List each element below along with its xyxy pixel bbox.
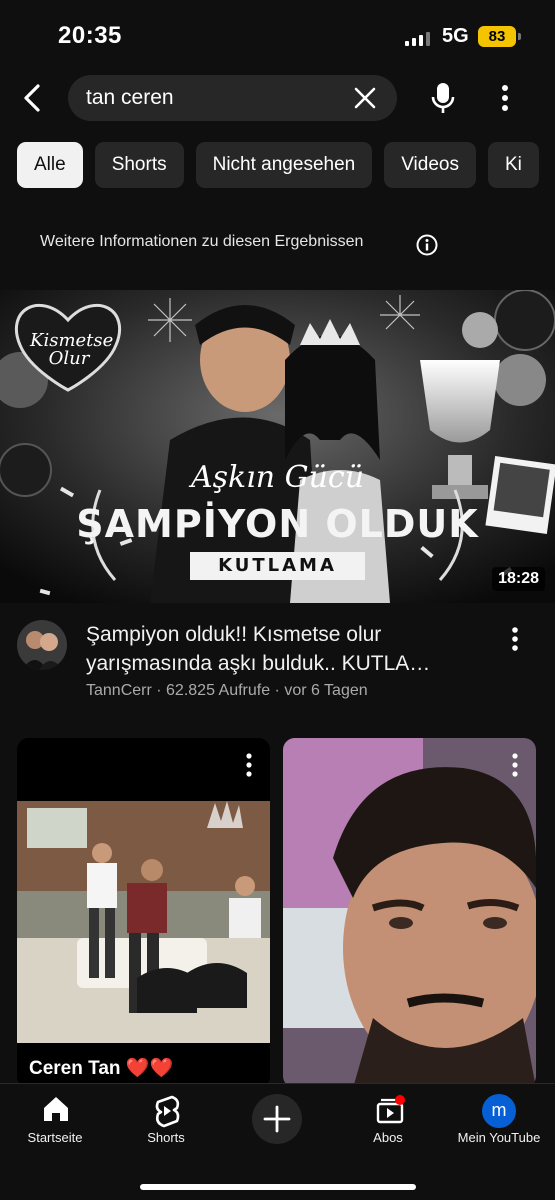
status-bar: 20:35 5G 83 xyxy=(0,0,555,70)
home-indicator xyxy=(140,1184,416,1190)
video-title-line-2: yarışmasında aşkı bulduk.. KUTLA… xyxy=(86,652,431,675)
thumbnail-headline: ŞAMPİYON OLDUK xyxy=(76,502,479,546)
short-card[interactable]: Ceren Tan ❤️❤️ xyxy=(17,738,270,1088)
video-duration: 18:28 xyxy=(492,567,545,591)
bottom-navigation: Startseite Shorts Abos m Mein YouTube xyxy=(0,1083,555,1200)
short-thumbnail xyxy=(17,738,270,1088)
battery-icon: 83 xyxy=(478,26,521,47)
video-thumbnail[interactable]: Kismetse Olur Aşkın Gücü ŞAMPİYON OLDUK … xyxy=(0,290,555,603)
battery-level: 83 xyxy=(488,28,506,45)
chip-all[interactable]: Alle xyxy=(17,142,83,188)
subscriptions-icon xyxy=(376,1095,405,1124)
back-arrow-icon xyxy=(24,84,40,112)
nav-shorts-label: Shorts xyxy=(147,1130,185,1145)
add-icon xyxy=(263,1105,291,1133)
channel-avatar-image xyxy=(17,620,67,670)
short-thumbnail xyxy=(283,738,536,1088)
short-caption: Ceren Tan ❤️❤️ xyxy=(29,1058,174,1079)
nav-account-label: Mein YouTube xyxy=(457,1130,541,1145)
results-info-link[interactable]: Weitere Informationen zu diesen Ergebnis… xyxy=(40,233,363,251)
info-button[interactable] xyxy=(416,234,438,256)
more-vert-icon xyxy=(512,627,518,651)
microphone-icon xyxy=(431,83,455,113)
video-title[interactable]: Şampiyon olduk!! Kısmetse olur yarışması… xyxy=(86,620,486,678)
search-input[interactable] xyxy=(86,75,336,121)
network-type: 5G xyxy=(442,25,469,47)
close-icon xyxy=(354,87,376,109)
short-more-button[interactable] xyxy=(240,752,258,778)
chip-shorts[interactable]: Shorts xyxy=(94,142,184,188)
more-options-button[interactable] xyxy=(494,84,516,112)
video-metadata: TannCerr · 62.825 Aufrufe · vor 6 Tagen xyxy=(86,682,368,699)
voice-search-button[interactable] xyxy=(428,80,458,116)
clock: 20:35 xyxy=(58,22,122,49)
results-info-text: Weitere Informationen zu diesen Ergebnis… xyxy=(40,233,364,250)
nav-account[interactable]: Mein YouTube xyxy=(449,1084,549,1154)
home-icon xyxy=(44,1097,68,1121)
filter-chips: Alle Shorts Nicht angesehen Videos Ki xyxy=(17,142,539,188)
thumbnail-ribbon: KUTLAMA xyxy=(190,552,365,580)
signal-icon xyxy=(405,30,430,46)
channel-avatar[interactable] xyxy=(17,620,67,670)
info-icon xyxy=(416,234,438,256)
more-vert-icon xyxy=(502,85,508,111)
more-vert-icon xyxy=(246,753,252,777)
chip-unwatched[interactable]: Nicht angesehen xyxy=(195,142,373,188)
nav-subscriptions[interactable]: Abos xyxy=(338,1084,438,1154)
short-more-button[interactable] xyxy=(506,752,524,778)
show-logo: Kismetse Olur xyxy=(30,330,114,369)
clear-search-button[interactable] xyxy=(353,86,377,110)
nav-home-label: Startseite xyxy=(27,1130,83,1145)
video-more-button[interactable] xyxy=(504,626,526,652)
more-vert-icon xyxy=(512,753,518,777)
chip-more[interactable]: Ki xyxy=(487,142,539,188)
nav-shorts[interactable]: Shorts xyxy=(116,1084,216,1154)
video-title-line-1: Şampiyon olduk!! Kısmetse olur xyxy=(86,623,382,646)
nav-home[interactable]: Startseite xyxy=(5,1084,105,1154)
search-bar[interactable] xyxy=(68,75,397,121)
short-card[interactable] xyxy=(283,738,536,1088)
create-button[interactable] xyxy=(252,1094,302,1144)
thumbnail-script-text: Aşkın Gücü xyxy=(190,460,365,495)
chip-videos[interactable]: Videos xyxy=(384,142,476,188)
shorts-icon xyxy=(155,1095,180,1128)
nav-subscriptions-label: Abos xyxy=(373,1130,403,1145)
back-button[interactable] xyxy=(18,80,48,116)
